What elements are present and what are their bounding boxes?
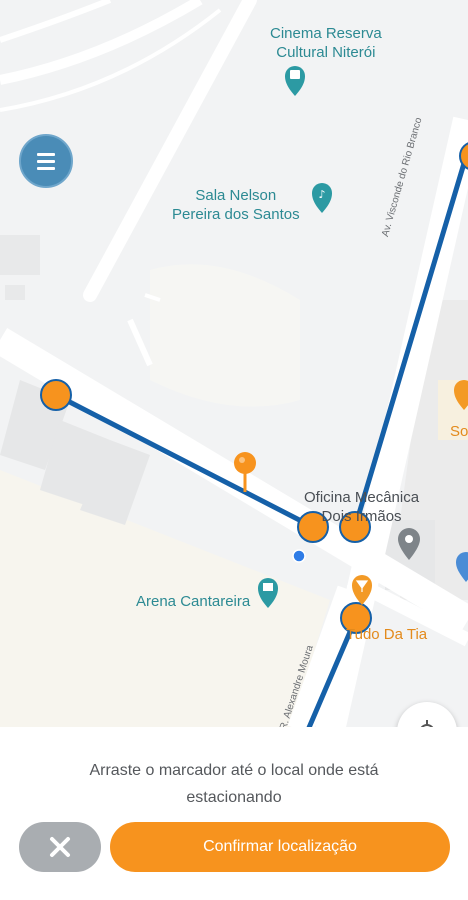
map-view[interactable]: ♪ Cinema Reserva Cultural Niterói Sala N…: [0, 0, 468, 730]
poi-label-cinema: Cinema Reserva Cultural Niterói: [270, 25, 382, 61]
poi-label-arena: Arena Cantareira: [136, 593, 251, 610]
poi-label-partial: So: [450, 423, 468, 440]
close-icon: [50, 837, 70, 857]
building: [0, 235, 40, 275]
bottom-panel: Arraste o marcador até o local onde está…: [0, 727, 468, 900]
instruction-text: Arraste o marcador até o local onde está…: [89, 762, 379, 806]
poi-label-sala: Sala Nelson Pereira dos Santos: [172, 187, 300, 223]
svg-text:♪: ♪: [318, 188, 325, 201]
route-node[interactable]: [40, 379, 72, 411]
cancel-button[interactable]: [19, 822, 101, 872]
confirm-location-button[interactable]: Confirmar localização: [110, 822, 450, 872]
map-canvas: ♪: [0, 0, 468, 730]
confirm-location-label: Confirmar localização: [203, 838, 357, 855]
menu-icon: [37, 153, 55, 170]
poi-label-oficina: Oficina Mecânica Dois Irmãos: [304, 489, 420, 525]
building: [5, 285, 25, 300]
menu-button[interactable]: [19, 134, 73, 188]
poi-label-tudo-da-tia: Tudo Da Tia: [346, 626, 428, 643]
current-location-dot: [292, 549, 306, 563]
